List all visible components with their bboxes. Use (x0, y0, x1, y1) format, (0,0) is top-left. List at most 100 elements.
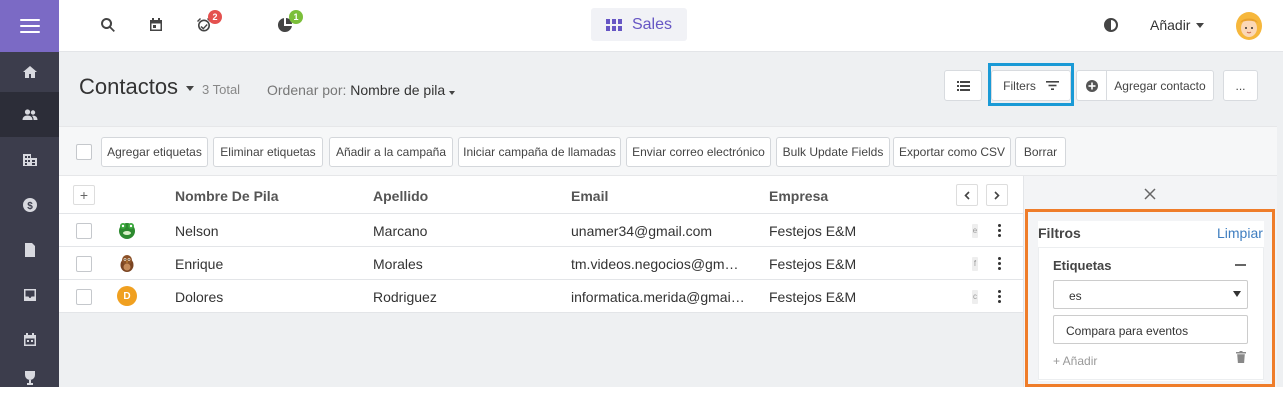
column-company[interactable]: Empresa (769, 188, 828, 204)
column-first-name[interactable]: Nombre De Pila (175, 188, 278, 204)
select-all-checkbox[interactable] (76, 144, 92, 160)
contacts-table: + Nombre De Pila Apellido Email Empresa … (59, 176, 1023, 387)
email-cell[interactable]: unamer34@gmail.com (571, 223, 712, 239)
sidebar-item-documents[interactable] (0, 227, 59, 272)
first-name-cell: Enrique (175, 256, 224, 272)
bulk-update-button[interactable]: Bulk Update Fields (776, 137, 890, 167)
row-checkbox[interactable] (76, 256, 92, 272)
bulk-action-bar: Agregar etiquetas Eliminar etiquetas Aña… (59, 126, 1277, 176)
add-circle-icon (1077, 71, 1107, 100)
first-name-cell: Dolores (175, 289, 224, 305)
theme-toggle-button[interactable] (1101, 15, 1121, 35)
sort-by-dropdown[interactable]: Ordenar por: Nombre de pila (267, 82, 456, 98)
reports-badge: 1 (289, 10, 303, 24)
apps-grid-icon (605, 18, 622, 31)
sidebar: $ (0, 0, 59, 395)
calendar-icon (23, 332, 36, 346)
add-contact-label: Agregar contacto (1114, 78, 1206, 93)
user-avatar[interactable] (1235, 11, 1263, 41)
sidebar-item-contacts[interactable] (0, 92, 59, 137)
last-name-cell: Morales (373, 256, 423, 272)
table-row[interactable]: D Dolores Rodriguez informatica.merida@g… (59, 280, 1023, 313)
reminders-badge: 2 (208, 10, 222, 24)
more-dots-icon: ... (1235, 78, 1246, 93)
deals-icon: $ (22, 197, 37, 212)
contrast-icon (1104, 18, 1118, 32)
avatar: D (117, 286, 137, 306)
first-name-cell: Nelson (175, 223, 219, 239)
sidebar-item-calendar[interactable] (0, 317, 59, 362)
page-title: Contactos (79, 74, 179, 99)
column-email[interactable]: Email (571, 188, 608, 204)
add-tags-button[interactable]: Agregar etiquetas (101, 137, 208, 167)
email-cell[interactable]: tm.videos.negocios@gmai… (571, 256, 746, 272)
app-switcher-button[interactable]: Sales (591, 8, 687, 41)
row-checkbox[interactable] (76, 289, 92, 305)
calendar-icon (150, 18, 162, 31)
table-row[interactable]: Enrique Morales tm.videos.negocios@gmai…… (59, 247, 1023, 280)
contacts-icon (22, 108, 37, 120)
add-menu-button[interactable]: Añadir (1150, 17, 1205, 33)
sidebar-item-inbox[interactable] (0, 272, 59, 317)
scroll-left-button[interactable] (956, 184, 978, 206)
page-title-dropdown[interactable]: Contactos (79, 74, 195, 100)
search-icon (101, 18, 115, 32)
top-bar: 2 1 Sales Añadir (59, 0, 1283, 52)
row-menu-button[interactable] (991, 287, 1007, 305)
company-cell[interactable]: Festejos E&M (769, 223, 856, 239)
sort-by-label: Ordenar por: (267, 82, 347, 98)
close-filter-panel-button[interactable] (1144, 184, 1156, 205)
app-name: Sales (631, 15, 673, 33)
sidebar-item-deals[interactable]: $ (0, 182, 59, 227)
list-icon (956, 80, 970, 91)
more-options-button[interactable]: ... (1223, 70, 1258, 101)
reports-button[interactable]: 1 (275, 10, 303, 35)
filters-button-highlight (988, 63, 1074, 106)
send-email-button[interactable]: Enviar correo electrónico (626, 137, 771, 167)
sort-by-value: Nombre de pila (350, 82, 446, 98)
row-menu-button[interactable] (991, 221, 1007, 239)
export-csv-button[interactable]: Exportar como CSV (893, 137, 1011, 167)
email-cell[interactable]: informatica.merida@gmai… (571, 289, 745, 305)
column-last-name[interactable]: Apellido (373, 188, 428, 204)
hamburger-icon (19, 19, 40, 33)
truncated-cell: e (972, 224, 978, 238)
table-row[interactable]: Nelson Marcano unamer34@gmail.com Festej… (59, 214, 1023, 247)
add-menu-label: Añadir (1150, 17, 1191, 33)
chevron-down-icon (186, 86, 195, 91)
company-cell[interactable]: Festejos E&M (769, 256, 856, 272)
avatar (120, 255, 134, 272)
add-column-button[interactable]: + (73, 185, 95, 205)
close-icon (1144, 188, 1156, 200)
table-header: + Nombre De Pila Apellido Email Empresa (59, 176, 1023, 214)
calendar-button[interactable] (146, 15, 166, 35)
companies-icon (22, 153, 37, 166)
truncated-cell: f (972, 257, 978, 271)
company-cell[interactable]: Festejos E&M (769, 289, 856, 305)
sidebar-item-home[interactable] (0, 52, 59, 92)
avatar (119, 223, 135, 239)
row-menu-button[interactable] (991, 254, 1007, 272)
last-name-cell: Rodriguez (373, 289, 437, 305)
reminders-button[interactable]: 2 (194, 10, 222, 35)
list-view-button[interactable] (944, 70, 982, 101)
chevron-right-icon (994, 190, 1000, 200)
delete-button[interactable]: Borrar (1015, 137, 1066, 167)
scroll-right-button[interactable] (986, 184, 1008, 206)
truncated-cell: c (972, 290, 978, 304)
svg-text:$: $ (27, 201, 33, 212)
chevron-left-icon (964, 190, 970, 200)
sidebar-item-companies[interactable] (0, 137, 59, 182)
menu-toggle-button[interactable] (0, 0, 59, 52)
chevron-down-icon (1196, 22, 1205, 28)
remove-tags-button[interactable]: Eliminar etiquetas (213, 137, 323, 167)
trophy-icon (24, 371, 35, 385)
search-button[interactable] (98, 15, 118, 35)
start-call-campaign-button[interactable]: Iniciar campaña de llamadas (458, 137, 621, 167)
documents-icon (24, 242, 35, 257)
add-to-campaign-button[interactable]: Añadir a la campaña (329, 137, 453, 167)
inbox-icon (23, 288, 36, 301)
add-contact-button[interactable]: Agregar contacto (1076, 70, 1214, 101)
row-checkbox[interactable] (76, 223, 92, 239)
total-count: 3 Total (202, 82, 241, 97)
